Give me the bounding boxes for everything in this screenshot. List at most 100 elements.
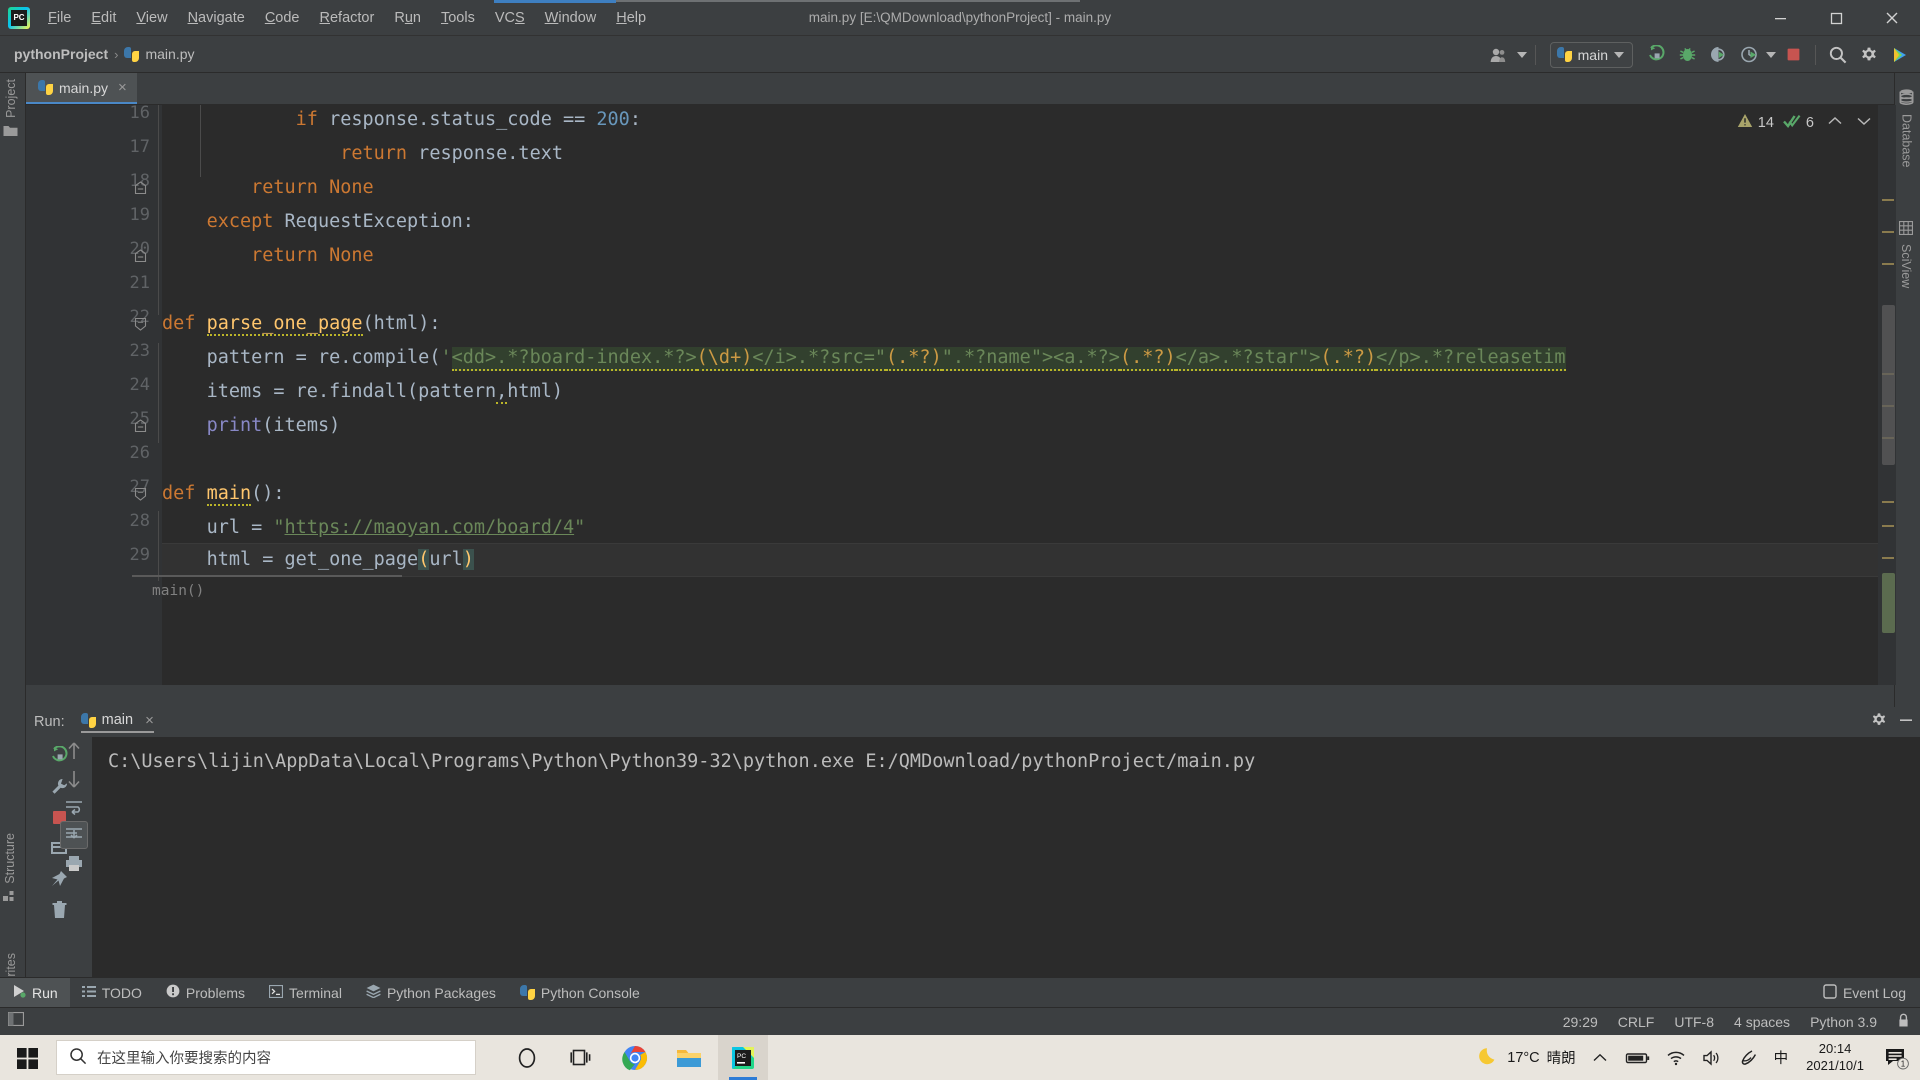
fold-marker-icon[interactable]: [134, 181, 147, 195]
fold-marker-icon[interactable]: [134, 249, 147, 263]
taskbar-clock[interactable]: 20:14 2021/10/1: [1796, 1041, 1874, 1074]
run-configuration-selector[interactable]: main: [1549, 41, 1633, 68]
sidebar-item-label: Database: [1899, 114, 1914, 168]
chevron-up-icon[interactable]: [1827, 115, 1843, 131]
status-indent[interactable]: 4 spaces: [1734, 1014, 1790, 1030]
line-number: 17: [129, 137, 150, 157]
menu-item-vcs[interactable]: VCS: [485, 0, 535, 36]
tool-tab-todo[interactable]: TODO: [70, 978, 154, 1008]
arrow-up-icon[interactable]: [60, 737, 88, 765]
sidebar-item-project[interactable]: Project: [3, 79, 18, 140]
arrow-down-icon[interactable]: [60, 765, 88, 793]
close-icon[interactable]: [1864, 0, 1920, 36]
run-console-output[interactable]: C:\Users\lijin\AppData\Local\Programs\Py…: [92, 737, 1920, 977]
status-caret-position[interactable]: 29:29: [1563, 1014, 1598, 1030]
menu-item-view[interactable]: View: [126, 0, 177, 36]
settings-gear-icon[interactable]: [1855, 42, 1883, 68]
volume-icon[interactable]: [1694, 1049, 1730, 1066]
taskbar-search-box[interactable]: 在这里输入你要搜索的内容: [56, 1040, 476, 1075]
file-explorer-icon[interactable]: [664, 1035, 714, 1080]
scroll-end-icon[interactable]: [60, 821, 88, 849]
weather-widget[interactable]: 17°C 晴朗: [1470, 1045, 1583, 1071]
status-interpreter[interactable]: Python 3.9: [1810, 1014, 1877, 1030]
editor-tab-main-py[interactable]: main.py ×: [26, 73, 137, 104]
cortana-circle-icon[interactable]: [502, 1035, 552, 1080]
wifi-icon[interactable]: [1658, 1050, 1694, 1066]
menu-item-edit[interactable]: Edit: [81, 0, 126, 36]
event-log-button[interactable]: Event Log: [1823, 983, 1906, 1002]
menu-item-code[interactable]: Code: [255, 0, 310, 36]
task-view-icon[interactable]: [556, 1035, 606, 1080]
sidebar-item-database[interactable]: Database: [1899, 89, 1914, 168]
close-icon[interactable]: ×: [145, 712, 154, 729]
inspections-widget[interactable]: 14 6: [1737, 113, 1872, 132]
editor-scrollbar-region[interactable]: [1882, 573, 1895, 633]
user-account-icon[interactable]: [1486, 42, 1514, 68]
show-hidden-icons-icon[interactable]: [1584, 1051, 1616, 1065]
sidebar-item-structure[interactable]: Structure: [3, 833, 17, 906]
tool-tab-problems[interactable]: Problems: [154, 978, 257, 1008]
status-line-separator[interactable]: CRLF: [1618, 1014, 1655, 1030]
run-icon[interactable]: [1642, 42, 1670, 68]
code-text-area[interactable]: if response.status_code == 200: return r…: [132, 105, 1896, 685]
menu-item-navigate[interactable]: Navigate: [178, 0, 255, 36]
status-encoding[interactable]: UTF-8: [1674, 1014, 1714, 1030]
error-stripe-marker-bar[interactable]: [1878, 105, 1896, 685]
notification-icon[interactable]: 1: [1874, 1035, 1920, 1080]
fold-collapse-icon[interactable]: [134, 317, 147, 331]
fold-collapse-icon[interactable]: [134, 487, 147, 501]
minimize-icon[interactable]: [1752, 0, 1808, 36]
chrome-icon[interactable]: [610, 1035, 660, 1080]
run-tab-main[interactable]: main ×: [80, 712, 154, 733]
read-only-lock-icon[interactable]: [1897, 1013, 1910, 1031]
tool-tab-python-packages[interactable]: Python Packages: [354, 978, 508, 1008]
close-icon[interactable]: ×: [118, 79, 127, 96]
sidebar-item-label: Project: [3, 79, 18, 118]
maximize-icon[interactable]: [1808, 0, 1864, 36]
code-fold-hint[interactable]: main(): [152, 583, 204, 599]
run-with-coverage-icon[interactable]: [1704, 42, 1732, 68]
stripe-marker[interactable]: [1882, 231, 1894, 233]
stripe-marker[interactable]: [1882, 525, 1894, 527]
stripe-marker[interactable]: [1882, 199, 1894, 201]
settings-gear-icon[interactable]: [1870, 711, 1888, 733]
tool-tab-run[interactable]: Run: [0, 977, 70, 1008]
tool-tab-python-console[interactable]: Python Console: [508, 978, 652, 1008]
ime-chinese-icon[interactable]: 中: [1766, 1047, 1797, 1068]
sidebar-item-sciview[interactable]: SciView: [1898, 220, 1914, 288]
print-icon[interactable]: [60, 849, 88, 877]
battery-icon[interactable]: [1616, 1051, 1658, 1065]
code-editor[interactable]: 16 17 18 19 20 21 22 23 24 25 26 27 28 2…: [26, 105, 1896, 685]
breadcrumb-project[interactable]: pythonProject: [14, 46, 108, 62]
chevron-down-icon[interactable]: [1856, 115, 1872, 131]
stop-icon[interactable]: [1779, 42, 1807, 68]
menu-item-run[interactable]: Run: [384, 0, 431, 36]
editor-scrollbar-thumb[interactable]: [1882, 305, 1895, 465]
pycharm-icon[interactable]: PC: [718, 1035, 768, 1080]
terminal-icon: [268, 984, 284, 1001]
tool-tab-terminal[interactable]: Terminal: [257, 978, 354, 1008]
windows-start-icon[interactable]: [0, 1035, 56, 1080]
account-dropdown-caret-icon[interactable]: [1516, 51, 1527, 58]
editor-gutter[interactable]: 16 17 18 19 20 21 22 23 24 25 26 27 28 2…: [26, 105, 162, 685]
status-bar-toggle-icon[interactable]: [7, 1011, 25, 1031]
search-everywhere-icon[interactable]: [1824, 42, 1852, 68]
breadcrumb-file[interactable]: main.py: [145, 46, 194, 62]
minimize-panel-icon[interactable]: [1898, 712, 1914, 732]
stripe-marker[interactable]: [1882, 501, 1894, 503]
menu-item-file[interactable]: File: [38, 0, 81, 36]
fold-marker-icon[interactable]: [134, 419, 147, 433]
ime-pen-icon[interactable]: [1730, 1049, 1766, 1067]
menu-item-window[interactable]: Window: [535, 0, 607, 36]
profiler-icon[interactable]: [1735, 42, 1763, 68]
stripe-marker[interactable]: [1882, 263, 1894, 265]
debug-bug-icon[interactable]: [1673, 42, 1701, 68]
menu-item-help[interactable]: Help: [606, 0, 656, 36]
soft-wrap-icon[interactable]: [60, 793, 88, 821]
trash-icon[interactable]: [45, 896, 73, 924]
menu-item-refactor[interactable]: Refactor: [310, 0, 385, 36]
stripe-marker[interactable]: [1882, 557, 1894, 559]
menu-item-tools[interactable]: Tools: [431, 0, 485, 36]
profiler-dropdown-caret-icon[interactable]: [1766, 51, 1776, 58]
ide-updates-icon[interactable]: [1886, 42, 1914, 68]
